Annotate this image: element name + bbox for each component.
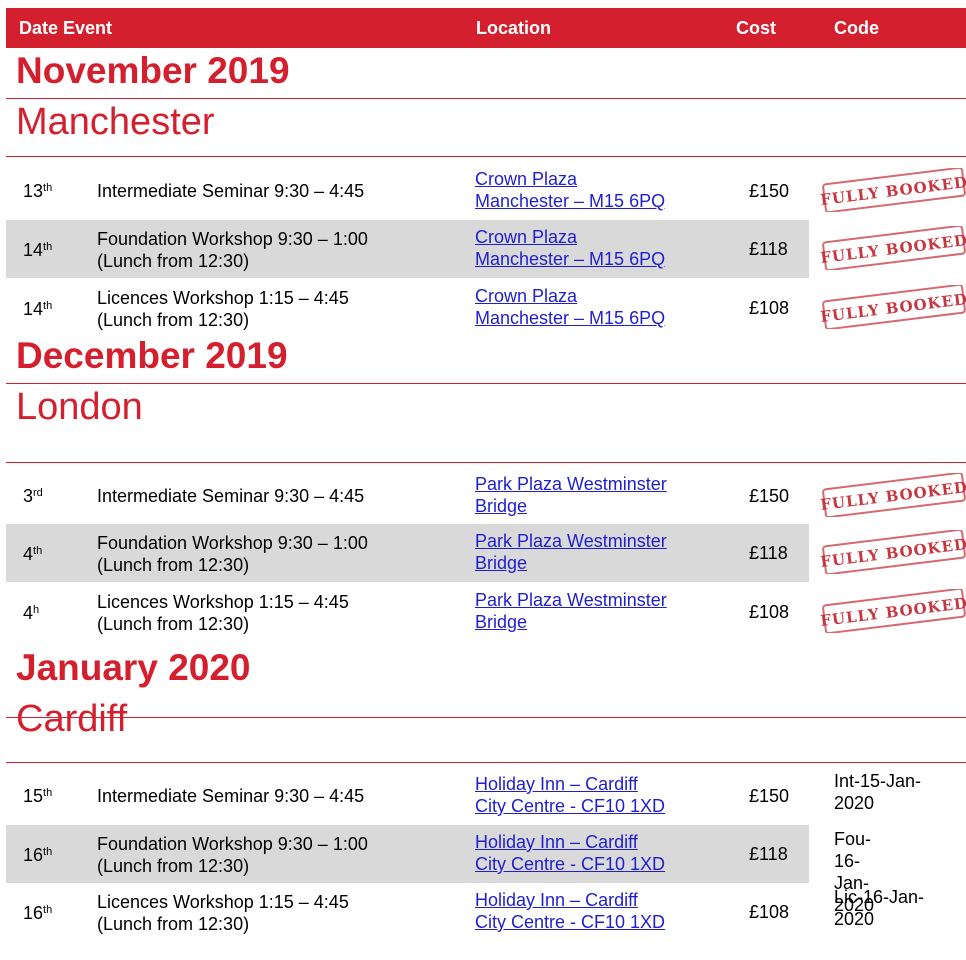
event-date: 14th xyxy=(23,240,53,260)
event-date: 3rd xyxy=(23,486,43,506)
fully-booked-stamp: FULLY BOOKED xyxy=(819,528,966,576)
table-row: 3rd Intermediate Seminar 9:30 – 4:45 Park … xyxy=(6,467,966,525)
city-heading: Cardiff xyxy=(16,698,128,740)
divider-rule xyxy=(6,383,966,384)
event-description: Foundation Workshop 9:30 – 1:00 (Lunch fr… xyxy=(97,533,368,575)
divider-rule xyxy=(6,762,966,763)
event-description: Intermediate Seminar 9:30 – 4:45 xyxy=(97,486,365,506)
fully-booked-stamp: FULLY BOOKED xyxy=(819,471,966,519)
divider-rule xyxy=(6,462,966,463)
event-cost: £108 xyxy=(749,902,790,922)
location-link[interactable]: Park Plaza Westminster Bridge xyxy=(475,589,667,633)
table-row: 16th Foundation Workshop 9:30 – 1:00 (Lunc… xyxy=(6,825,874,915)
event-date: 16th xyxy=(23,903,53,923)
location-link[interactable]: Holiday Inn – Cardiff City Centre - CF10 … xyxy=(475,889,665,933)
event-description: Licences Workshop 1:15 – 4:45 (Lunch from… xyxy=(97,288,349,330)
table-row: 13th Intermediate Seminar 9:30 – 4:45 Crow… xyxy=(6,162,966,220)
table-row: 15th Intermediate Seminar 9:30 – 4:45 Holi… xyxy=(6,767,966,825)
city-heading: Manchester xyxy=(16,101,215,143)
month-heading: November 2019 xyxy=(16,50,290,91)
divider-rule xyxy=(6,717,966,718)
month-heading: January 2020 xyxy=(16,647,251,688)
event-date: 4th xyxy=(23,544,43,564)
header-code: Code xyxy=(834,18,879,38)
date-suffix: h xyxy=(33,604,40,616)
event-code: Lic-16-Jan- 2020 xyxy=(834,887,925,929)
table-header: Date Event Location Cost Code xyxy=(6,8,966,48)
divider-rule xyxy=(6,156,966,157)
event-cost: £118 xyxy=(749,543,788,563)
table-row: 14th Licences Workshop 1:15 – 4:45 (Lunch … xyxy=(6,279,966,337)
divider-rule xyxy=(6,98,966,99)
location-link[interactable]: Crown Plaza Manchester – M15 6PQ xyxy=(475,285,665,329)
event-cost: £150 xyxy=(749,486,790,506)
location-link[interactable]: Holiday Inn – Cardiff City Centre - CF10 … xyxy=(475,831,665,875)
event-cost: £108 xyxy=(749,602,790,622)
event-description: Licences Workshop 1:15 – 4:45 (Lunch from… xyxy=(97,892,349,934)
event-description: Intermediate Seminar 9:30 – 4:45 xyxy=(97,181,365,201)
event-description: Foundation Workshop 9:30 – 1:00 (Lunch fr… xyxy=(97,229,368,271)
date-suffix: th xyxy=(43,787,53,799)
city-heading: London xyxy=(16,386,143,428)
date-suffix: th xyxy=(33,545,43,557)
event-date: 4h xyxy=(23,603,40,623)
event-description: Intermediate Seminar 9:30 – 4:45 xyxy=(97,786,365,806)
event-date: 14th xyxy=(23,299,53,319)
location-link[interactable]: Park Plaza Westminster Bridge xyxy=(475,530,667,574)
date-suffix: th xyxy=(43,846,53,858)
event-code: Int-15-Jan- 2020 xyxy=(834,771,922,813)
location-link[interactable]: Crown Plaza Manchester – M15 6PQ xyxy=(475,168,665,212)
fully-booked-stamp: FULLY BOOKED xyxy=(819,166,966,214)
fully-booked-stamp: FULLY BOOKED xyxy=(819,283,966,331)
table-row: 14th Foundation Workshop 9:30 – 1:00 (Lunc… xyxy=(6,220,966,278)
header-date-event: Date Event xyxy=(19,18,113,38)
location-link[interactable]: Park Plaza Westminster Bridge xyxy=(475,473,667,517)
event-cost: £118 xyxy=(749,844,788,864)
date-suffix: th xyxy=(43,300,53,312)
table-row: 4h Licences Workshop 1:15 – 4:45 (Lunch fr… xyxy=(6,583,966,641)
date-suffix: rd xyxy=(33,487,43,499)
date-suffix: th xyxy=(43,904,53,916)
event-date: 13th xyxy=(23,181,53,201)
fully-booked-stamp: FULLY BOOKED xyxy=(819,587,966,635)
fully-booked-stamp: FULLY BOOKED xyxy=(819,224,966,272)
event-date: 15th xyxy=(23,786,53,806)
header-cost: Cost xyxy=(736,18,776,38)
event-cost: £150 xyxy=(749,786,790,806)
table-row: 16th Licences Workshop 1:15 – 4:45 (Lunch … xyxy=(6,883,966,941)
event-description: Foundation Workshop 9:30 – 1:00 (Lunch fr… xyxy=(97,834,368,876)
month-heading: December 2019 xyxy=(16,335,288,376)
header-location: Location xyxy=(476,18,551,38)
event-cost: £108 xyxy=(749,298,790,318)
event-cost: £118 xyxy=(749,239,788,259)
location-link[interactable]: Holiday Inn – Cardiff City Centre - CF10 … xyxy=(475,773,665,817)
event-cost: £150 xyxy=(749,181,790,201)
event-description: Licences Workshop 1:15 – 4:45 (Lunch from… xyxy=(97,592,349,634)
event-date: 16th xyxy=(23,845,53,865)
table-row: 4th Foundation Workshop 9:30 – 1:00 (Lunch… xyxy=(6,524,966,582)
date-suffix: th xyxy=(43,182,53,194)
location-link[interactable]: Crown Plaza Manchester – M15 6PQ xyxy=(475,226,665,270)
date-suffix: th xyxy=(43,241,53,253)
